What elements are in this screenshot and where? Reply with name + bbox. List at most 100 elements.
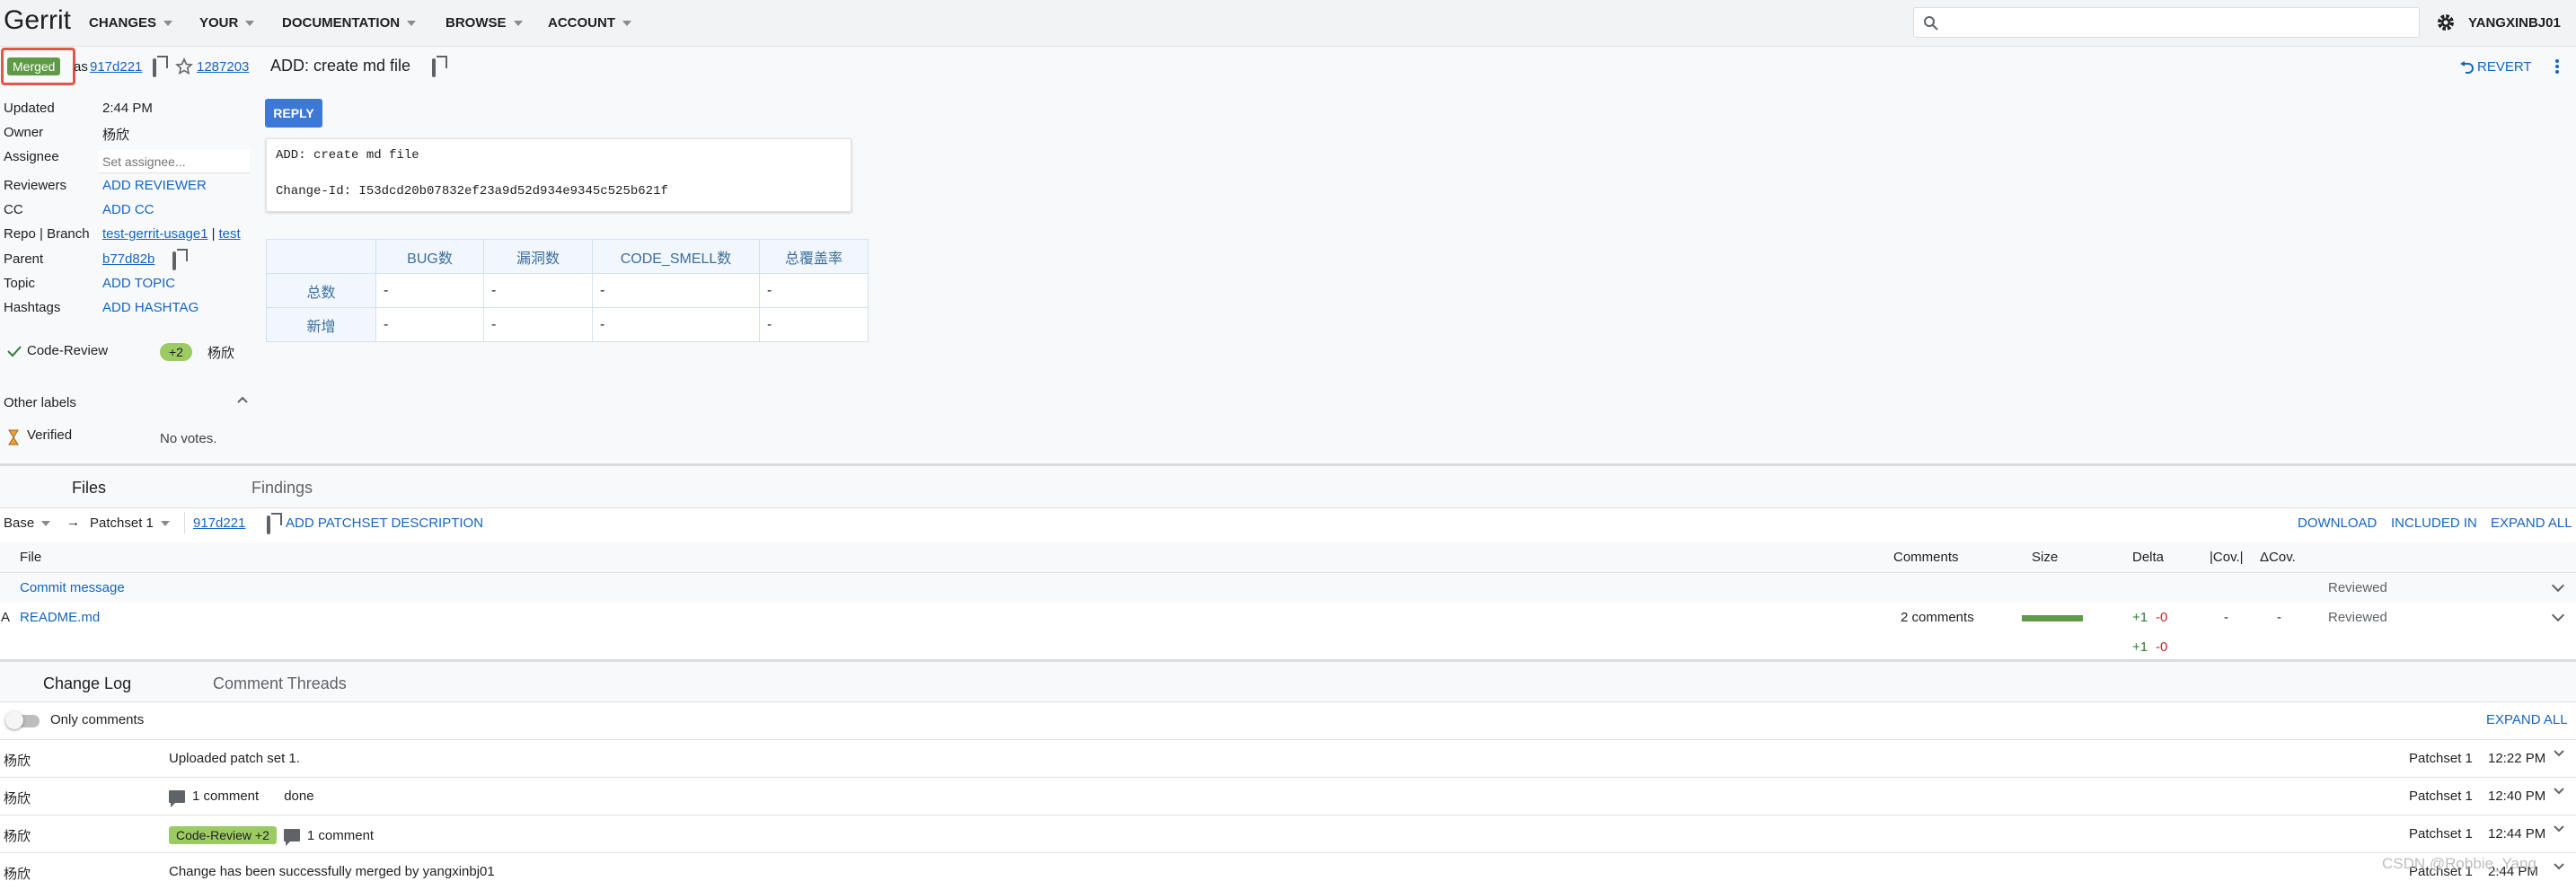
arrow-right-icon: → xyxy=(66,515,80,530)
quality-row-label: 新增 xyxy=(266,307,376,342)
chevron-down-icon[interactable] xyxy=(2554,787,2564,796)
quality-row: 新增 - - - - xyxy=(266,307,869,342)
col-file: File xyxy=(20,550,42,565)
patchset-commit-link[interactable]: 917d221 xyxy=(193,515,245,531)
nav-changes[interactable]: CHANGES xyxy=(89,15,173,31)
chevron-up-icon[interactable] xyxy=(237,395,248,404)
nav-your[interactable]: YOUR xyxy=(199,15,255,31)
reviewed-status[interactable]: Reviewed xyxy=(2328,610,2387,625)
base-label: Base xyxy=(4,515,35,531)
revert-button[interactable]: REVERT xyxy=(2459,59,2532,75)
log-tab-bar: Change Log Comment Threads xyxy=(0,659,2576,702)
owner-value[interactable]: 杨欣 xyxy=(102,125,129,144)
log-author: 杨欣 xyxy=(4,791,31,806)
comment-icon xyxy=(169,789,185,807)
commit-link[interactable]: 917d221 xyxy=(90,59,142,75)
search-box[interactable] xyxy=(1913,7,2420,38)
file-cov: - xyxy=(2224,610,2228,625)
expand-all-log-button[interactable]: EXPAND ALL xyxy=(2486,712,2568,727)
tab-files[interactable]: Files xyxy=(72,479,106,498)
base-select[interactable]: Base xyxy=(4,515,51,531)
log-row[interactable]: 杨欣 1 comment done Patchset 1 12:40 PM xyxy=(0,777,2576,815)
log-patchset: Patchset 1 xyxy=(2409,789,2473,804)
quality-cell: - xyxy=(759,307,869,342)
chevron-down-icon[interactable] xyxy=(2554,862,2564,871)
nav-browse[interactable]: BROWSE xyxy=(446,15,523,31)
copy-icon[interactable] xyxy=(267,515,270,534)
download-button[interactable]: DOWNLOAD xyxy=(2298,515,2377,531)
copy-icon[interactable] xyxy=(172,251,176,270)
search-icon xyxy=(1923,15,1939,31)
chevron-down-icon[interactable] xyxy=(2554,824,2564,833)
chevron-down-icon[interactable] xyxy=(2551,578,2565,593)
gerrit-logo[interactable]: Gerrit xyxy=(4,5,71,36)
reviewed-status[interactable]: Reviewed xyxy=(2328,580,2387,595)
copy-icon[interactable] xyxy=(432,58,436,77)
file-name-link[interactable]: README.md xyxy=(20,610,100,625)
more-vert-icon[interactable] xyxy=(2554,57,2560,75)
copy-icon[interactable] xyxy=(153,58,156,77)
nav-account[interactable]: ACCOUNT xyxy=(548,15,631,31)
file-row[interactable]: A README.md 2 comments +1 -0 - - Reviewe… xyxy=(0,603,2576,633)
add-topic-button[interactable]: ADD TOPIC xyxy=(102,276,175,291)
assignee-input[interactable] xyxy=(99,150,250,173)
file-dcov: - xyxy=(2277,610,2281,625)
file-list-header: File Comments Size Delta |Cov.| ΔCov. xyxy=(0,542,2576,573)
file-comments[interactable]: 2 comments xyxy=(1901,610,1974,625)
change-number-link[interactable]: 1287203 xyxy=(197,59,249,75)
chevron-down-icon xyxy=(163,20,173,26)
log-row[interactable]: 杨欣 Code-Review +2 1 comment Patchset 1 1… xyxy=(0,815,2576,852)
repo-branch-value: test-gerrit-usage1 | test xyxy=(102,226,241,242)
log-message-text: done xyxy=(284,789,314,804)
log-row[interactable]: 杨欣 Change has been successfully merged b… xyxy=(0,852,2576,890)
tab-change-log[interactable]: Change Log xyxy=(43,674,131,693)
quality-table: BUG数 漏洞数 CODE_SMELL数 总覆盖率 总数 - - - - 新增 … xyxy=(266,239,869,342)
expand-all-files-button[interactable]: EXPAND ALL xyxy=(2491,515,2572,531)
other-labels-heading: Other labels xyxy=(4,395,76,410)
add-reviewer-button[interactable]: ADD REVIEWER xyxy=(102,178,207,193)
tab-findings[interactable]: Findings xyxy=(251,479,313,498)
tab-comment-threads[interactable]: Comment Threads xyxy=(213,674,347,693)
code-review-vote-chip[interactable]: +2 xyxy=(160,343,192,361)
only-comments-toggle[interactable] xyxy=(5,711,40,729)
chevron-down-icon xyxy=(41,520,51,526)
gear-icon[interactable] xyxy=(2436,13,2456,32)
star-icon[interactable] xyxy=(175,57,193,75)
file-row[interactable]: Commit message Reviewed xyxy=(0,573,2576,604)
patchset-label: Patchset 1 xyxy=(90,515,154,531)
file-status: A xyxy=(1,610,11,625)
patchset-select[interactable]: Patchset 1 xyxy=(90,515,170,531)
branch-link[interactable]: test xyxy=(218,226,240,242)
watermark: CSDN @Robbie_Yang xyxy=(2382,855,2536,872)
log-message: Uploaded patch set 1. xyxy=(169,751,300,766)
parent-link[interactable]: b77d82b xyxy=(102,251,154,267)
log-time: 12:40 PM xyxy=(2488,789,2546,804)
included-in-button[interactable]: INCLUDED IN xyxy=(2391,515,2477,531)
chevron-down-icon xyxy=(513,20,523,26)
reply-button[interactable]: REPLY xyxy=(265,99,322,128)
chevron-down-icon[interactable] xyxy=(2551,608,2565,622)
hashtags-label: Hashtags xyxy=(4,300,61,315)
repo-link[interactable]: test-gerrit-usage1 xyxy=(102,226,208,242)
chevron-down-icon xyxy=(160,520,170,526)
file-name-link[interactable]: Commit message xyxy=(20,580,125,595)
log-row[interactable]: 杨欣 Uploaded patch set 1. Patchset 1 12:2… xyxy=(0,739,2576,777)
status-badge: Merged xyxy=(7,57,61,75)
quality-cell: - xyxy=(592,307,760,342)
add-patchset-description-button[interactable]: ADD PATCHSET DESCRIPTION xyxy=(286,515,483,531)
updated-label: Updated xyxy=(4,101,55,116)
file-total-row: +1 -0 xyxy=(0,632,2576,663)
user-account-name[interactable]: YANGXINBJ01 xyxy=(2468,15,2561,31)
chevron-down-icon[interactable] xyxy=(2554,749,2564,758)
search-input[interactable] xyxy=(1946,12,2413,33)
total-minus: -0 xyxy=(2156,639,2168,655)
nav-documentation[interactable]: DOCUMENTATION xyxy=(282,15,417,31)
topic-label: Topic xyxy=(4,276,36,291)
nav-browse-label: BROWSE xyxy=(446,15,507,31)
add-hashtag-button[interactable]: ADD HASHTAG xyxy=(102,300,198,315)
log-patchset: Patchset 1 xyxy=(2409,751,2473,766)
code-review-tag: Code-Review +2 xyxy=(169,826,277,844)
add-cc-button[interactable]: ADD CC xyxy=(102,202,154,217)
log-patchset: Patchset 1 xyxy=(2409,826,2473,842)
nav-your-label: YOUR xyxy=(199,15,239,31)
